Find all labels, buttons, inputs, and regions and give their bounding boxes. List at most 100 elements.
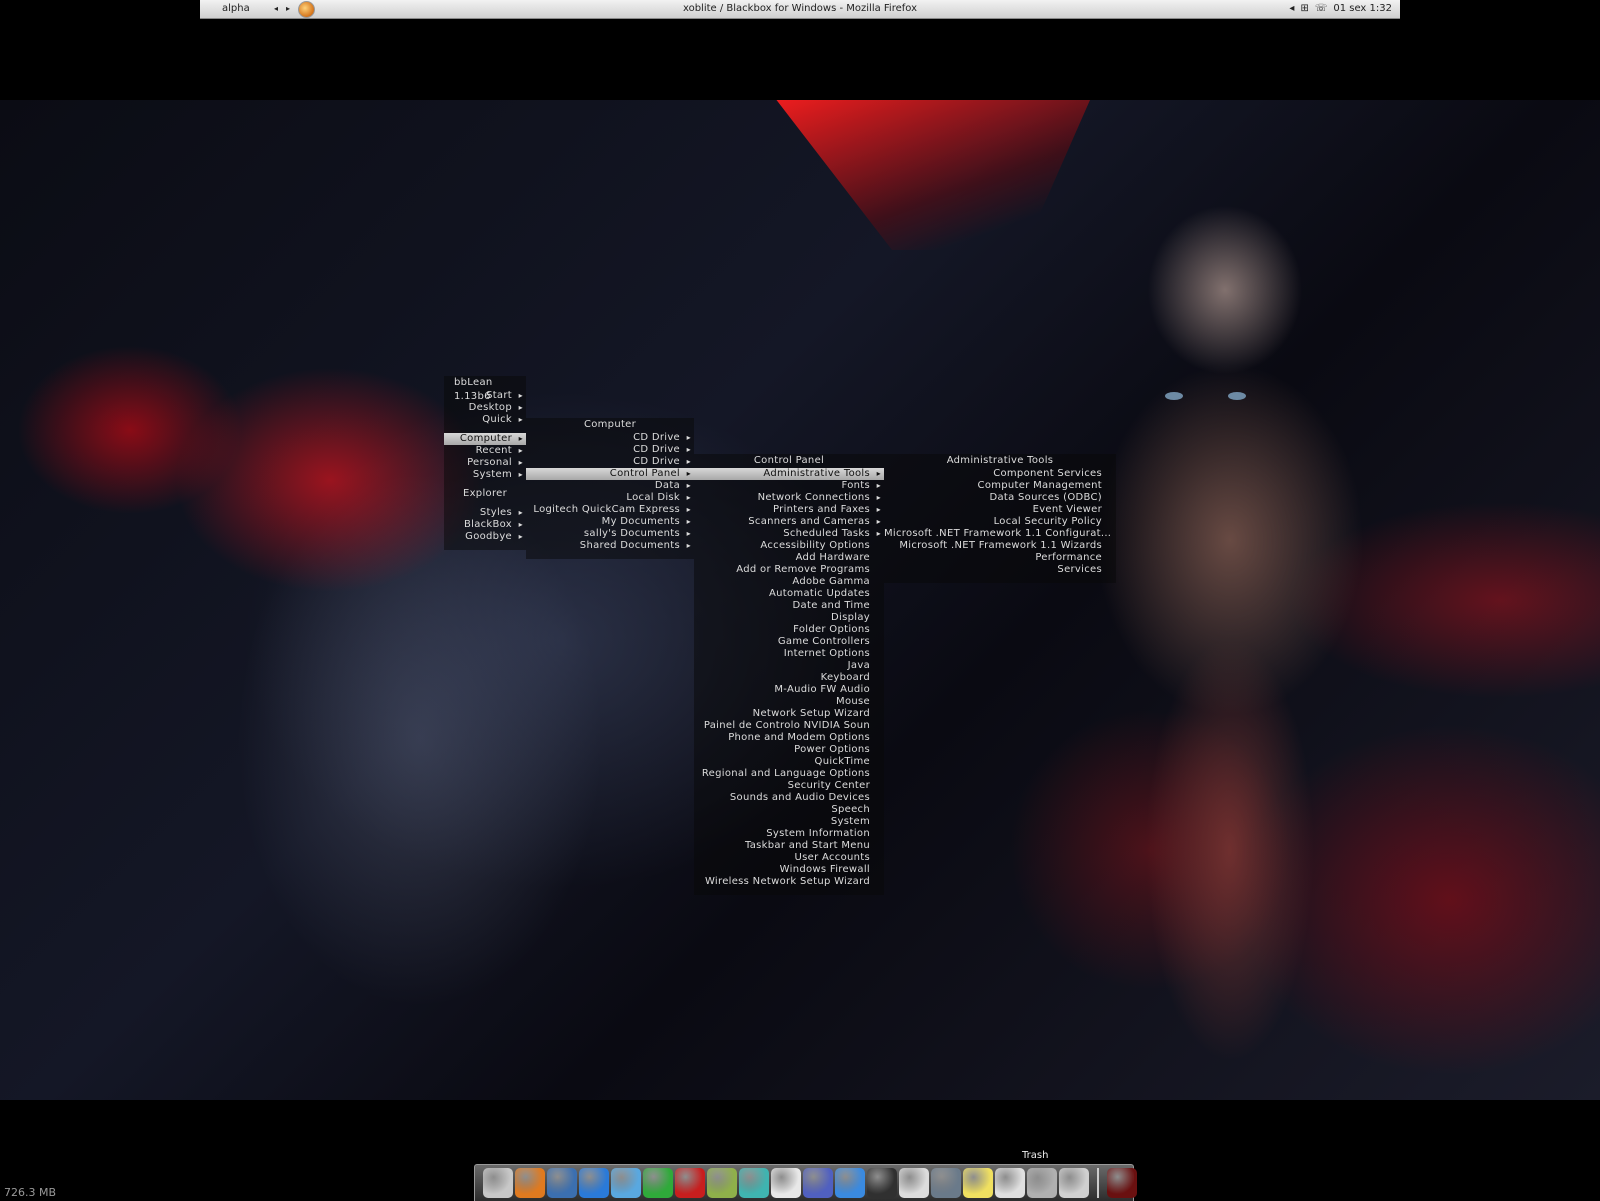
menu-item-scheduled-tasks[interactable]: Scheduled Tasks [694, 528, 884, 540]
menu-item-m-audio[interactable]: M-Audio FW Audio [694, 684, 884, 696]
phone-icon[interactable]: ☏ [1315, 0, 1328, 18]
menu-item-taskbar-start-menu[interactable]: Taskbar and Start Menu [694, 840, 884, 852]
firefox-icon[interactable] [515, 1168, 545, 1198]
mail-icon[interactable] [995, 1168, 1025, 1198]
menu-item-performance[interactable]: Performance [884, 552, 1116, 564]
menu-item-security-center[interactable]: Security Center [694, 780, 884, 792]
window-preview-icon[interactable] [1107, 1168, 1137, 1198]
editor-icon[interactable] [707, 1168, 737, 1198]
menu-item-date-and-time[interactable]: Date and Time [694, 600, 884, 612]
menu-item-game-controllers[interactable]: Game Controllers [694, 636, 884, 648]
menu-item-automatic-updates[interactable]: Automatic Updates [694, 588, 884, 600]
menu-item-start[interactable]: Start [444, 390, 526, 402]
menu-item-folder-options[interactable]: Folder Options [694, 624, 884, 636]
window-title[interactable]: xoblite / Blackbox for Windows - Mozilla… [200, 0, 1400, 18]
clock: 01 sex 1:32 [1333, 3, 1392, 14]
menu-item-control-panel[interactable]: Control Panel [526, 468, 694, 480]
azureus-icon[interactable] [835, 1168, 865, 1198]
menu-item-sallys-documents[interactable]: sally's Documents [526, 528, 694, 540]
menu-separator [444, 481, 526, 488]
menu-item-event-viewer[interactable]: Event Viewer [884, 504, 1116, 516]
menu-item-computer-management[interactable]: Computer Management [884, 480, 1116, 492]
root-menu: bbLean 1.13b6 Start Desktop Quick Comput… [444, 376, 526, 550]
trash-icon[interactable] [1059, 1168, 1089, 1198]
hard-drive-icon[interactable] [483, 1168, 513, 1198]
menu-item-system-information[interactable]: System Information [694, 828, 884, 840]
internet-explorer-icon[interactable] [579, 1168, 609, 1198]
menu-item-printers-and-faxes[interactable]: Printers and Faxes [694, 504, 884, 516]
menu-separator [444, 426, 526, 433]
menu-item-goodbye[interactable]: Goodbye [444, 531, 526, 543]
menu-item-local-disk[interactable]: Local Disk [526, 492, 694, 504]
menu-item-quicktime[interactable]: QuickTime [694, 756, 884, 768]
menu-item-power-options[interactable]: Power Options [694, 744, 884, 756]
document-icon[interactable] [771, 1168, 801, 1198]
menu-item-phone-modem[interactable]: Phone and Modem Options [694, 732, 884, 744]
menu-item-sounds-audio[interactable]: Sounds and Audio Devices [694, 792, 884, 804]
menu-item-personal[interactable]: Personal [444, 457, 526, 469]
menu-item-regional-language[interactable]: Regional and Language Options [694, 768, 884, 780]
menu-item-user-accounts[interactable]: User Accounts [694, 852, 884, 864]
menu-item-recent[interactable]: Recent [444, 445, 526, 457]
menu-item-adobe-gamma[interactable]: Adobe Gamma [694, 576, 884, 588]
menu-item-network-connections[interactable]: Network Connections [694, 492, 884, 504]
menu-item-fonts[interactable]: Fonts [694, 480, 884, 492]
menu-item-java[interactable]: Java [694, 660, 884, 672]
menu-item-quickcam[interactable]: Logitech QuickCam Express [526, 504, 694, 516]
menu-bottom-padding [444, 543, 526, 550]
notes-icon[interactable] [963, 1168, 993, 1198]
puzzle-icon[interactable] [739, 1168, 769, 1198]
menu-item-data-sources[interactable]: Data Sources (ODBC) [884, 492, 1116, 504]
menu-item-dotnet-wizards[interactable]: Microsoft .NET Framework 1.1 Wizards [884, 540, 1116, 552]
menu-item-wireless-setup-wizard[interactable]: Wireless Network Setup Wizard [694, 876, 884, 888]
refresh-icon[interactable] [899, 1168, 929, 1198]
menu-item-display[interactable]: Display [694, 612, 884, 624]
menu-item-system[interactable]: System [444, 469, 526, 481]
menu-item-component-services[interactable]: Component Services [884, 468, 1116, 480]
dock-hover-label: Trash [1022, 1150, 1049, 1161]
root-menu-title: bbLean 1.13b6 [454, 377, 493, 402]
winamp-icon[interactable] [643, 1168, 673, 1198]
menu-item-data[interactable]: Data [526, 480, 694, 492]
dock-separator [1097, 1168, 1099, 1198]
flash-icon[interactable] [675, 1168, 705, 1198]
menu-item-cd-drive-1[interactable]: CD Drive [526, 432, 694, 444]
menu-item-dotnet-configuration[interactable]: Microsoft .NET Framework 1.1 Configurat.… [884, 528, 1116, 540]
menu-item-scanners-and-cameras[interactable]: Scanners and Cameras [694, 516, 884, 528]
menu-item-internet-options[interactable]: Internet Options [694, 648, 884, 660]
menu-item-system[interactable]: System [694, 816, 884, 828]
menu-item-keyboard[interactable]: Keyboard [694, 672, 884, 684]
wallpaper-eye-left [1165, 392, 1183, 400]
menu-item-windows-firewall[interactable]: Windows Firewall [694, 864, 884, 876]
live-icon[interactable] [867, 1168, 897, 1198]
pen-icon[interactable] [931, 1168, 961, 1198]
menu-item-quick[interactable]: Quick [444, 414, 526, 426]
menu-bottom-padding [694, 888, 884, 895]
menu-item-speech[interactable]: Speech [694, 804, 884, 816]
thunderbird-icon[interactable] [547, 1168, 577, 1198]
menu-item-administrative-tools[interactable]: Administrative Tools [694, 468, 884, 480]
menu-item-explorer[interactable]: Explorer [444, 488, 526, 500]
network-icon[interactable] [803, 1168, 833, 1198]
menu-item-my-documents[interactable]: My Documents [526, 516, 694, 528]
menu-item-network-setup-wizard[interactable]: Network Setup Wizard [694, 708, 884, 720]
tray-arrow-icon[interactable]: ◂ [1289, 0, 1294, 18]
apple-icon[interactable] [1027, 1168, 1057, 1198]
network-icon[interactable]: ⊞ [1300, 0, 1308, 18]
menu-item-add-remove-programs[interactable]: Add or Remove Programs [694, 564, 884, 576]
messenger-icon[interactable] [611, 1168, 641, 1198]
menu-item-local-security-policy[interactable]: Local Security Policy [884, 516, 1116, 528]
menu-item-accessibility-options[interactable]: Accessibility Options [694, 540, 884, 552]
menu-item-shared-documents[interactable]: Shared Documents [526, 540, 694, 552]
menu-item-computer[interactable]: Computer [444, 433, 526, 445]
menu-item-cd-drive-3[interactable]: CD Drive [526, 456, 694, 468]
menu-item-cd-drive-2[interactable]: CD Drive [526, 444, 694, 456]
menu-item-blackbox[interactable]: BlackBox [444, 519, 526, 531]
top-toolbar: alpha ◂ ▸ xoblite / Blackbox for Windows… [200, 0, 1400, 19]
menu-item-nvidia-sound[interactable]: Painel de Controlo NVIDIA Soun [694, 720, 884, 732]
menu-item-desktop[interactable]: Desktop [444, 402, 526, 414]
menu-item-mouse[interactable]: Mouse [694, 696, 884, 708]
menu-item-styles[interactable]: Styles [444, 507, 526, 519]
menu-item-add-hardware[interactable]: Add Hardware [694, 552, 884, 564]
menu-item-services[interactable]: Services [884, 564, 1116, 576]
